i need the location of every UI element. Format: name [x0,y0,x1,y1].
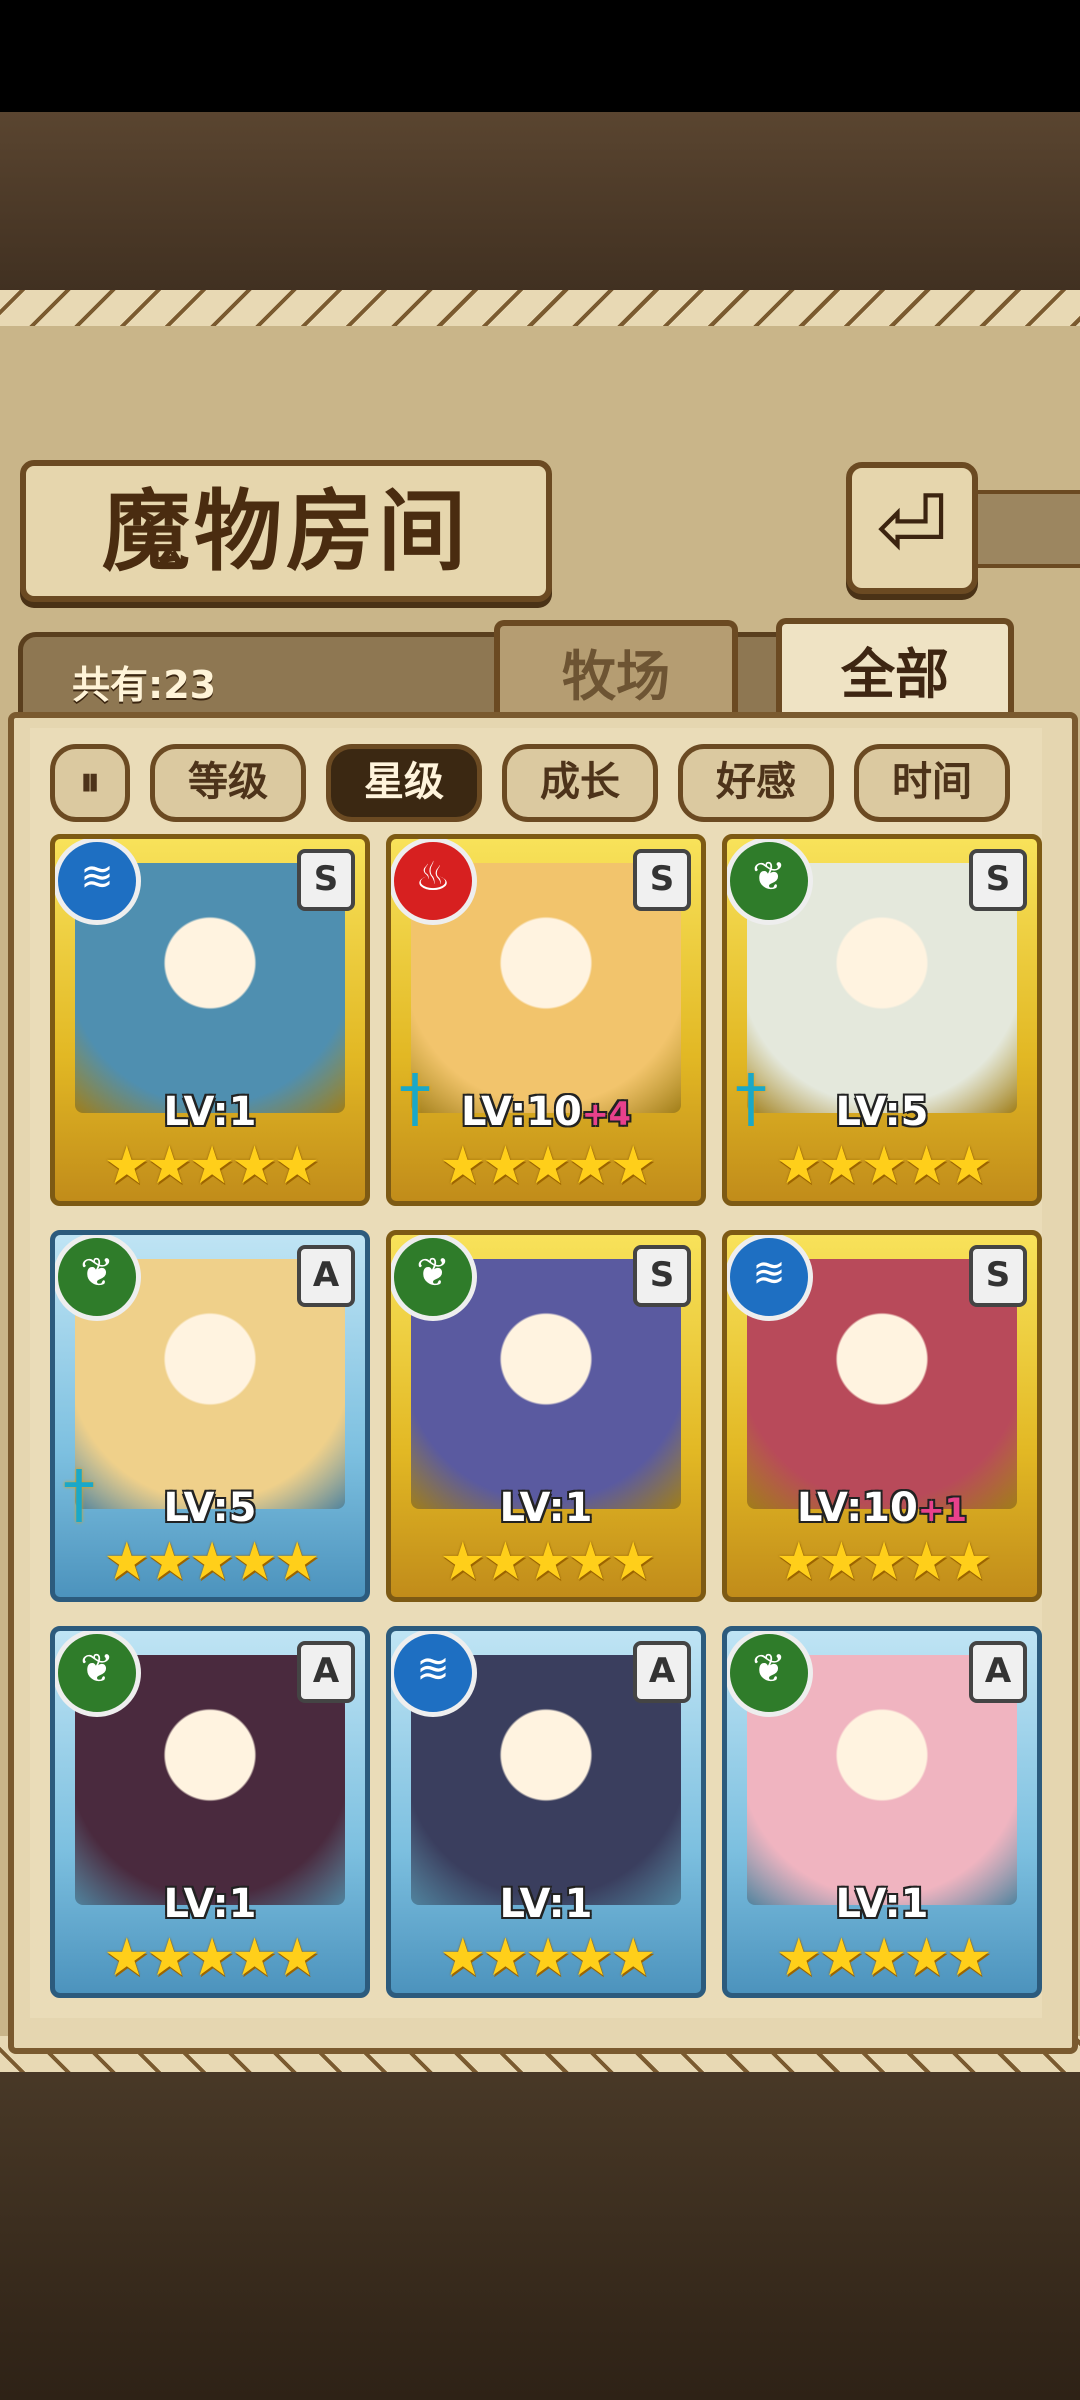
sort-button[interactable]: 成长 [502,744,658,822]
monster-card[interactable]: ≋ S LV:1 ★★★★★ [50,834,370,1206]
rank-badge: S [633,849,691,911]
page-title: 魔物房间 [101,479,470,583]
sort-button[interactable]: 好感 [678,744,834,822]
leaf-element-icon: ❦ [55,1631,141,1717]
monster-level: LV:1 [55,1881,365,1927]
sort-toggle-icon: ⏸ [80,759,100,805]
monster-level: LV:5 [55,1485,365,1531]
monster-level: LV:10+1 [727,1485,1037,1531]
map-background-top [0,112,1080,302]
fire-element-icon: ♨ [391,839,477,925]
star-rating: ★★★★★ [103,1928,320,1988]
monster-level: LV:1 [391,1485,701,1531]
rank-badge: A [297,1641,355,1703]
monster-count: 共有:23 [72,663,217,707]
monster-level: LV:10+4 [391,1089,701,1135]
monster-card[interactable]: ❦ A LV:1 ★★★★★ [50,1626,370,1998]
level-bonus: +1 [917,1491,967,1529]
rank-badge: A [969,1641,1027,1703]
back-button[interactable]: ⏎ [846,462,978,594]
monster-card[interactable]: ≋ S LV:10+1 ★★★★★ [722,1230,1042,1602]
star-rating: ★★★★★ [103,1532,320,1592]
star-rating: ★★★★★ [439,1928,656,1988]
rank-badge: S [297,849,355,911]
level-text: LV:5 [835,1089,929,1135]
rank-badge: S [633,1245,691,1307]
level-text: LV:1 [499,1485,593,1531]
title-plate: 魔物房间 [20,460,552,602]
star-rating: ★★★★★ [103,1136,320,1196]
monster-card[interactable]: ❦ A † LV:5 ★★★★★ [50,1230,370,1602]
monster-level: LV:1 [727,1881,1037,1927]
level-text: LV:10 [797,1485,918,1531]
return-arrow-icon: ⏎ [875,477,949,577]
back-button-rail [972,490,1080,568]
sort-order-toggle[interactable]: ⏸ [50,744,130,822]
star-rating: ★★★★★ [775,1136,992,1196]
monster-card[interactable]: ❦ A LV:1 ★★★★★ [722,1626,1042,1998]
leaf-element-icon: ❦ [727,1631,813,1717]
map-background-bottom [0,2050,1080,2400]
leaf-element-icon: ❦ [55,1235,141,1321]
level-text: LV:5 [163,1485,257,1531]
panel-top-border [0,290,1080,326]
monster-card[interactable]: ❦ S LV:1 ★★★★★ [386,1230,706,1602]
monster-level: LV:1 [391,1881,701,1927]
monster-card[interactable]: ♨ S † LV:10+4 ★★★★★ [386,834,706,1206]
level-text: LV:10 [461,1089,582,1135]
level-text: LV:1 [163,1881,257,1927]
level-text: LV:1 [163,1089,257,1135]
monster-card[interactable]: ≋ A LV:1 ★★★★★ [386,1626,706,1998]
rank-badge: A [633,1641,691,1703]
leaf-element-icon: ❦ [727,839,813,925]
rank-badge: S [969,849,1027,911]
rank-badge: S [969,1245,1027,1307]
leaf-element-icon: ❦ [391,1235,477,1321]
star-rating: ★★★★★ [439,1136,656,1196]
sort-button[interactable]: 等级 [150,744,306,822]
level-text: LV:1 [499,1881,593,1927]
water-element-icon: ≋ [391,1631,477,1717]
sort-button[interactable]: 星级 [326,744,482,822]
level-text: LV:1 [835,1881,929,1927]
monster-level: LV:5 [727,1089,1037,1135]
rank-badge: A [297,1245,355,1307]
star-rating: ★★★★★ [775,1928,992,1988]
monster-card[interactable]: ❦ S † LV:5 ★★★★★ [722,834,1042,1206]
star-rating: ★★★★★ [775,1532,992,1592]
status-bar [0,0,1080,112]
water-element-icon: ≋ [55,839,141,925]
monster-level: LV:1 [55,1089,365,1135]
level-bonus: +4 [581,1095,631,1133]
star-rating: ★★★★★ [439,1532,656,1592]
sort-button[interactable]: 时间 [854,744,1010,822]
water-element-icon: ≋ [727,1235,813,1321]
